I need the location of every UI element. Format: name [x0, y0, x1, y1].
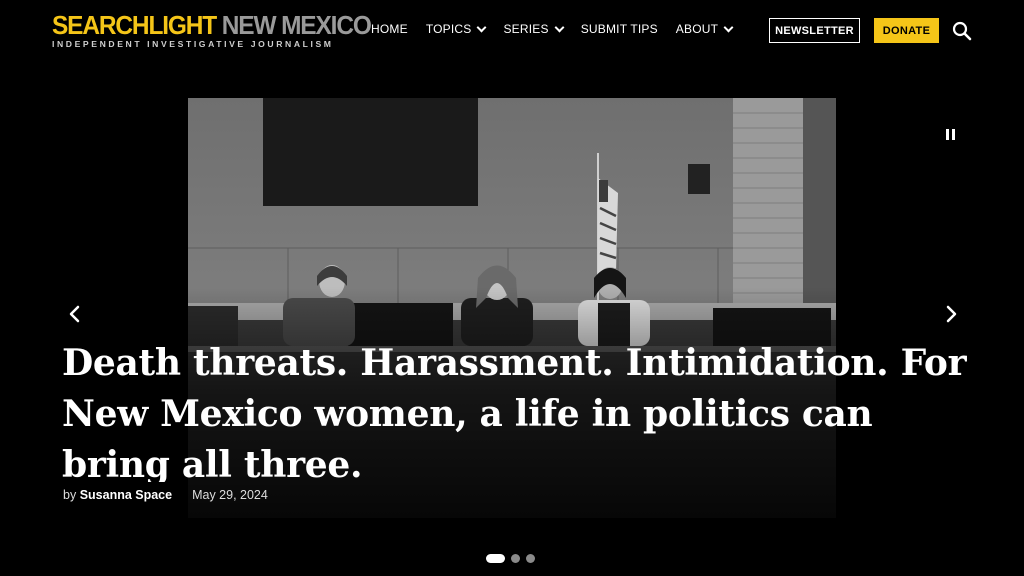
logo-tagline: INDEPENDENT INVESTIGATIVE JOURNALISM [52, 39, 334, 49]
nav-submit-tips[interactable]: SUBMIT TIPS [581, 22, 658, 36]
hero-headline[interactable]: Death threats. Harassment. Intimidation.… [62, 338, 972, 482]
chevron-down-icon [723, 22, 734, 32]
hero-byline: by Susanna Space May 29, 2024 [63, 488, 268, 502]
newsletter-button[interactable]: NEWSLETTER [769, 18, 860, 43]
byline-author-wrap: by Susanna Space [63, 488, 172, 502]
logo-wordmark: SEARCHLIGHT NEW MEXICO [52, 10, 372, 40]
slide-dot-3[interactable] [526, 554, 535, 563]
nav-submit-tips-label: SUBMIT TIPS [580, 22, 658, 36]
nav-topics-label: TOPICS [425, 22, 472, 36]
site-header: SEARCHLIGHT NEW MEXICO INDEPENDENT INVES… [0, 0, 1024, 62]
nav-series-label: SERIES [503, 22, 549, 36]
nav-home[interactable]: HOME [371, 22, 408, 36]
byline-date: May 29, 2024 [192, 488, 268, 502]
main-nav: HOME TOPICS SERIES SUBMIT TIPS ABOUT [371, 22, 734, 36]
chevron-left-icon[interactable] [64, 303, 86, 325]
slider-pagination [486, 554, 535, 563]
nav-about-label: ABOUT [675, 22, 719, 36]
site-logo[interactable]: SEARCHLIGHT NEW MEXICO INDEPENDENT INVES… [52, 10, 372, 50]
nav-topics[interactable]: TOPICS [425, 22, 487, 36]
donate-button[interactable]: DONATE [874, 18, 939, 43]
chevron-right-icon[interactable] [940, 303, 962, 325]
chevron-down-icon [477, 22, 487, 32]
slide-dot-1[interactable] [486, 554, 505, 563]
slide-dot-2[interactable] [511, 554, 520, 563]
byline-prefix: by [63, 488, 77, 502]
nav-home-label: HOME [371, 22, 408, 36]
logo-word-light: LIGHT [148, 10, 217, 40]
logo-word-search: SEARCH [52, 10, 150, 40]
nav-series[interactable]: SERIES [503, 22, 565, 36]
nav-about[interactable]: ABOUT [675, 22, 734, 36]
logo-word-new-mexico: NEW MEXICO [216, 10, 372, 40]
chevron-down-icon [554, 22, 565, 32]
search-icon[interactable] [952, 21, 972, 41]
byline-author[interactable]: Susanna Space [80, 488, 172, 502]
pause-icon[interactable] [942, 126, 958, 142]
